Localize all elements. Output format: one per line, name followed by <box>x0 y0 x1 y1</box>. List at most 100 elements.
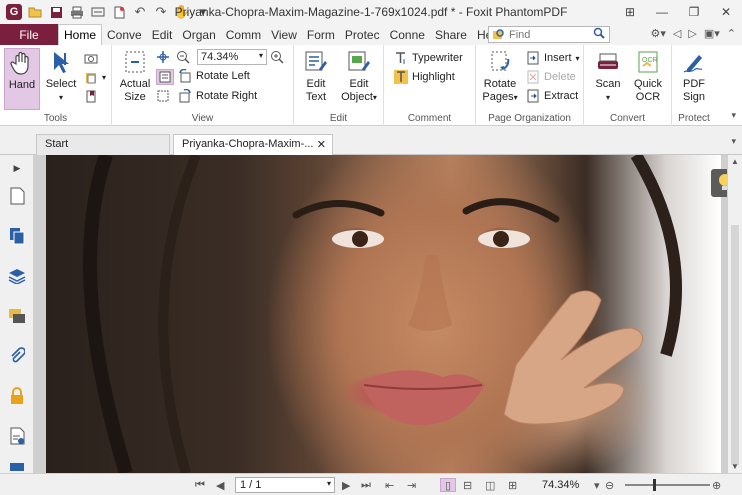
ribbon-options-icon[interactable]: ⊞ <box>614 0 646 24</box>
collapse-ribbon-icon[interactable]: ⌃ <box>727 27 736 40</box>
customize-dropdown-icon[interactable]: ▾ <box>195 4 211 20</box>
marquee-zoom-button[interactable] <box>156 89 170 103</box>
vertical-scrollbar[interactable]: ▲ ▼ <box>727 155 742 473</box>
more-panels-icon[interactable] <box>8 461 26 473</box>
tab-comment[interactable]: Comm <box>221 24 266 45</box>
tab-home[interactable]: Home <box>58 24 103 45</box>
rotate-right-button[interactable]: Rotate Right <box>178 89 257 103</box>
actual-size-button[interactable]: Actual Size <box>118 48 152 104</box>
undo-icon[interactable]: ↶ <box>132 4 148 20</box>
tab-share[interactable]: Share <box>430 24 472 45</box>
minimize-button[interactable]: — <box>646 0 678 24</box>
status-zoom-in-icon[interactable]: ⊕ <box>712 478 721 492</box>
scan-button[interactable]: Scan ▾ <box>590 48 626 104</box>
facing-view-icon[interactable]: ◫ <box>485 478 495 492</box>
close-tab-icon[interactable]: ✕ <box>317 138 326 151</box>
fit-visible-button[interactable] <box>156 50 170 64</box>
find-highlight-icon[interactable] <box>492 28 505 44</box>
scroll-down-icon[interactable]: ▼ <box>731 462 739 471</box>
tab-file[interactable]: File <box>0 24 58 45</box>
next-view-icon[interactable]: ⇥ <box>407 478 416 492</box>
new-icon[interactable] <box>111 4 127 20</box>
signatures-icon[interactable] <box>8 427 26 445</box>
settings-icon[interactable]: ⚙▾ <box>651 27 666 40</box>
typewriter-button[interactable]: Typewriter <box>394 51 463 65</box>
page-dropdown-icon[interactable]: ▾ <box>327 479 331 488</box>
zoom-out-button[interactable] <box>176 50 190 64</box>
previous-view-icon[interactable]: ⇤ <box>385 478 394 492</box>
select-tool-button[interactable]: Select ▾ <box>44 48 78 104</box>
delete-button[interactable]: Delete <box>526 70 576 84</box>
layers-pages-icon[interactable] <box>8 227 26 245</box>
bookmark-button[interactable] <box>84 89 98 103</box>
zoom-in-button[interactable] <box>270 50 284 64</box>
attachments-icon[interactable] <box>8 347 26 365</box>
document-viewer[interactable] <box>34 155 727 473</box>
zoom-combo[interactable]: 74.34% ▾ <box>197 49 267 65</box>
zoom-dropdown-icon[interactable]: ▾ <box>259 51 263 60</box>
expand-panel-icon[interactable]: ▶ <box>8 159 26 177</box>
page-thumbnails-icon[interactable] <box>8 187 26 205</box>
account-icon[interactable]: ▣▾ <box>704 27 720 40</box>
next-page-icon[interactable]: ▶ <box>342 478 350 492</box>
save-icon[interactable] <box>48 4 64 20</box>
zoom-slider-knob[interactable] <box>653 479 656 491</box>
continuous-facing-view-icon[interactable]: ⊞ <box>508 478 517 492</box>
restore-button[interactable]: ❐ <box>678 0 710 24</box>
hand-tool-quick-icon[interactable]: ✋ <box>174 4 190 20</box>
continuous-view-icon[interactable]: ⊟ <box>463 478 472 492</box>
close-button[interactable]: ✕ <box>710 0 742 24</box>
rotate-pages-button[interactable]: Rotate Pages▾ <box>480 48 520 104</box>
last-page-icon[interactable]: ⏭ <box>361 478 371 492</box>
status-zoom-out-icon[interactable]: ⊖ <box>605 478 614 492</box>
status-zoom-dropdown-icon[interactable]: ▾ <box>594 478 600 492</box>
hand-tool-button[interactable]: Hand <box>4 48 40 110</box>
extract-button[interactable]: Extract <box>526 89 578 103</box>
search-icon[interactable] <box>593 27 606 43</box>
lightbulb-tips-button[interactable] <box>711 169 727 197</box>
app-logo-icon[interactable]: G <box>6 4 22 20</box>
snapshot-button[interactable] <box>84 51 98 65</box>
insert-button[interactable]: Insert ▾ <box>526 51 580 65</box>
tab-start[interactable]: Start <box>36 134 170 155</box>
tab-connect[interactable]: Conne <box>385 24 430 45</box>
edit-object-button[interactable]: Edit Object▾ <box>338 48 380 104</box>
tab-list-dropdown-icon[interactable]: ▾ <box>731 136 736 147</box>
clipboard-button[interactable]: ▾ <box>84 70 106 84</box>
first-page-icon[interactable]: ⏮ <box>195 478 205 492</box>
forward-nav-icon[interactable]: ▷ <box>688 27 696 40</box>
pdf-page-photo[interactable] <box>46 155 721 473</box>
comments-icon[interactable] <box>8 307 26 325</box>
redo-icon[interactable]: ↷ <box>153 4 169 20</box>
layers-icon[interactable] <box>8 267 26 285</box>
page-number-box[interactable]: 1 / 1 ▾ <box>235 477 335 493</box>
single-page-view-icon[interactable]: ▯ <box>440 478 456 492</box>
pdf-sign-button[interactable]: PDF Sign <box>676 48 712 104</box>
scroll-up-icon[interactable]: ▲ <box>731 157 739 166</box>
tab-edit[interactable]: Edit <box>147 24 178 45</box>
group-view: Actual Size 74.34% ▾ Rotate Left Rotate … <box>112 45 294 126</box>
rotate-left-button[interactable]: Rotate Left <box>178 69 250 83</box>
tab-form[interactable]: Form <box>302 24 340 45</box>
zoom-slider[interactable] <box>625 479 710 491</box>
reflow-button[interactable] <box>156 69 174 85</box>
highlight-button[interactable]: Highlight <box>394 70 455 84</box>
tab-document[interactable]: Priyanka-Chopra-Maxim-... ✕ <box>173 134 333 156</box>
ribbon-collapse-icon[interactable]: ▾ <box>731 110 736 121</box>
open-icon[interactable] <box>27 4 43 20</box>
tab-protect[interactable]: Protec <box>340 24 385 45</box>
security-lock-icon[interactable] <box>8 387 26 405</box>
edit-text-button[interactable]: Edit Text <box>299 48 333 104</box>
extract-label: Extract <box>544 90 579 102</box>
tab-view[interactable]: View <box>266 24 302 45</box>
typewriter-label: Typewriter <box>412 52 463 64</box>
quick-ocr-button[interactable]: OCR Quick OCR <box>630 48 666 104</box>
scroll-thumb[interactable] <box>731 225 739 465</box>
hand-icon <box>8 49 36 77</box>
tab-convert[interactable]: Conve <box>102 24 147 45</box>
scan-quick-icon[interactable] <box>90 4 106 20</box>
previous-page-icon[interactable]: ◀ <box>216 478 224 492</box>
print-icon[interactable] <box>69 4 85 20</box>
tab-organize[interactable]: Organ <box>177 24 220 45</box>
back-nav-icon[interactable]: ◁ <box>673 27 681 40</box>
